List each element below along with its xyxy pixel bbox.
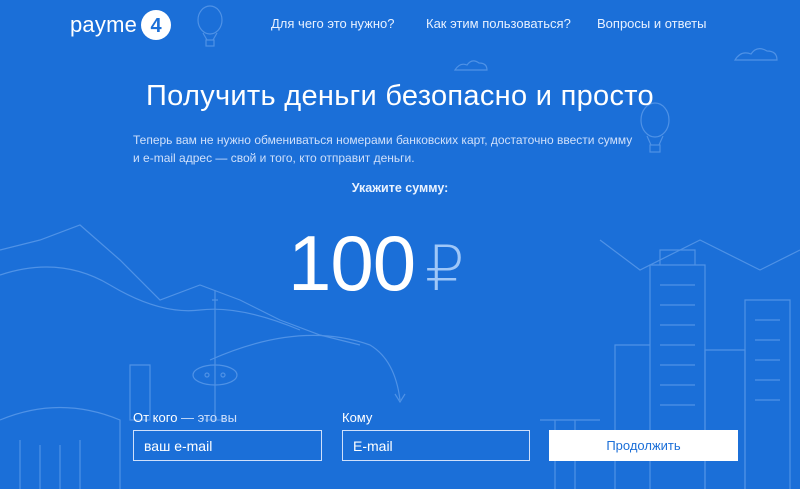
amount-value[interactable]: 100: [288, 218, 416, 308]
page-description: Теперь вам не нужно обмениваться номерам…: [133, 133, 633, 165]
amount-label: Укажите сумму:: [351, 181, 449, 195]
sender-label-hint: — это вы: [177, 410, 237, 425]
ruble-icon: ₽: [425, 235, 465, 304]
nav-link-purpose[interactable]: Для чего это нужно?: [271, 16, 395, 31]
recipient-label: Кому: [342, 410, 373, 425]
continue-button[interactable]: Продолжить: [549, 430, 738, 461]
top-navigation: Для чего это нужно? Как этим пользоватьс…: [0, 16, 800, 36]
sender-label-text: От кого: [133, 410, 178, 425]
page-title: Получить деньги безопасно и просто: [146, 80, 654, 112]
amount-input[interactable]: 100 ₽: [288, 218, 465, 308]
nav-link-how-to-use[interactable]: Как этим пользоваться?: [426, 16, 571, 31]
sender-label: От кого — это вы: [133, 410, 237, 425]
recipient-email-input[interactable]: [342, 430, 530, 461]
sender-email-input[interactable]: [133, 430, 322, 461]
nav-link-faq[interactable]: Вопросы и ответы: [597, 16, 706, 31]
